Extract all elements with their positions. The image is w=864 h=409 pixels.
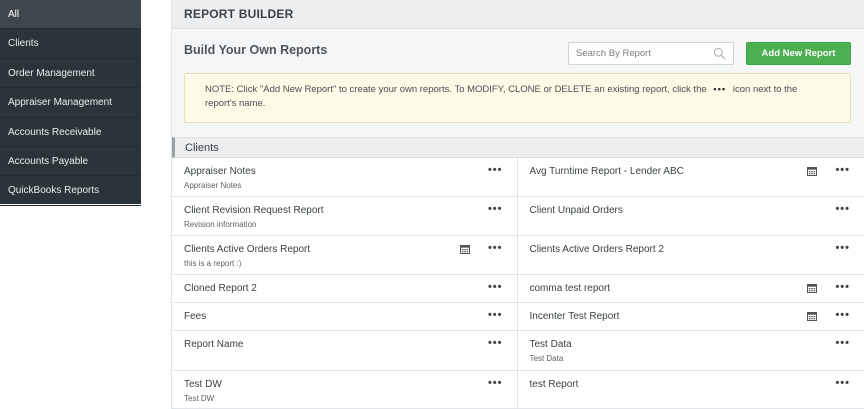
note-text-before: NOTE: Click "Add New Report" to create y… — [205, 84, 707, 95]
report-row[interactable]: Cloned Report 2 ••• — [172, 275, 517, 303]
report-description: Test Data — [529, 354, 564, 363]
report-name[interactable]: Appraiser Notes — [184, 166, 256, 177]
report-name[interactable]: Test Data — [530, 339, 572, 350]
report-column-left: Appraiser Notes Appraiser Notes ••• Clie… — [172, 158, 518, 409]
sidebar-item-appraiser-management[interactable]: Appraiser Management — [0, 88, 141, 118]
report-description: Revision information — [184, 220, 257, 229]
page-title: REPORT BUILDER — [172, 0, 864, 29]
report-column-right: Avg Turntime Report - Lender ABC ••• Cli… — [517, 158, 864, 409]
more-options-icon[interactable]: ••• — [835, 164, 850, 176]
report-description: this is a report :) — [184, 259, 242, 268]
more-options-icon[interactable]: ••• — [835, 203, 850, 215]
report-name[interactable]: Fees — [184, 311, 206, 322]
report-name[interactable]: Incenter Test Report — [530, 311, 620, 322]
more-options-icon[interactable]: ••• — [835, 281, 850, 293]
report-row[interactable]: Incenter Test Report ••• — [517, 303, 864, 331]
more-options-icon[interactable]: ••• — [835, 337, 850, 349]
report-name[interactable]: Client Revision Request Report — [184, 205, 324, 216]
report-name[interactable]: comma test report — [530, 283, 611, 294]
sidebar-item-accounts-payable[interactable]: Accounts Payable — [0, 147, 141, 177]
more-options-icon[interactable]: ••• — [488, 203, 503, 215]
app-root: All Clients Order Management Appraiser M… — [0, 0, 864, 409]
sidebar-item-quickbooks-reports[interactable]: QuickBooks Reports — [0, 176, 141, 206]
report-name[interactable]: Client Unpaid Orders — [530, 205, 623, 216]
report-row[interactable]: Client Revision Request Report Revision … — [172, 197, 517, 236]
more-options-icon[interactable]: ••• — [488, 242, 503, 254]
more-options-icon[interactable]: ••• — [835, 377, 850, 389]
report-name[interactable]: Test DW — [184, 379, 222, 390]
report-name[interactable]: Avg Turntime Report - Lender ABC — [530, 166, 684, 177]
report-description: Appraiser Notes — [184, 181, 242, 190]
report-row[interactable]: Fees ••• — [172, 303, 517, 331]
toolbar: Build Your Own Reports Add New Report NO… — [172, 29, 864, 137]
sidebar-item-clients[interactable]: Clients — [0, 29, 141, 59]
add-new-report-button[interactable]: Add New Report — [746, 42, 851, 65]
report-name[interactable]: Report Name — [184, 339, 243, 350]
report-row[interactable]: Avg Turntime Report - Lender ABC ••• — [517, 158, 864, 197]
more-options-icon[interactable]: ••• — [488, 309, 503, 321]
report-row[interactable]: Clients Active Orders Report 2 ••• — [517, 236, 864, 275]
more-options-icon[interactable]: ••• — [835, 309, 850, 321]
more-options-icon: ••• — [713, 84, 727, 95]
calendar-icon[interactable] — [807, 311, 817, 321]
more-options-icon[interactable]: ••• — [488, 337, 503, 349]
search-input[interactable] — [569, 43, 709, 64]
report-name[interactable]: Clients Active Orders Report 2 — [530, 244, 665, 255]
more-options-icon[interactable]: ••• — [835, 242, 850, 254]
search-box — [568, 42, 734, 65]
report-row[interactable]: Report Name ••• — [172, 331, 517, 371]
info-note: NOTE: Click "Add New Report" to create y… — [184, 73, 851, 123]
more-options-icon[interactable]: ••• — [488, 377, 503, 389]
report-row[interactable]: Test DW Test DW ••• — [172, 371, 517, 409]
report-name[interactable]: Cloned Report 2 — [184, 283, 257, 294]
report-name[interactable]: Clients Active Orders Report — [184, 244, 310, 255]
sidebar-item-accounts-receivable[interactable]: Accounts Receivable — [0, 118, 141, 147]
calendar-icon[interactable] — [807, 166, 817, 176]
report-row[interactable]: Test Data Test Data ••• — [517, 331, 864, 371]
report-row[interactable]: Appraiser Notes Appraiser Notes ••• — [172, 158, 517, 197]
report-row[interactable]: test Report ••• — [517, 371, 864, 409]
search-icon[interactable] — [713, 47, 726, 60]
report-grid: Appraiser Notes Appraiser Notes ••• Clie… — [172, 158, 864, 409]
calendar-icon[interactable] — [807, 283, 817, 293]
page-subtitle: Build Your Own Reports — [184, 43, 328, 57]
calendar-icon[interactable] — [459, 244, 470, 254]
sidebar-item-all[interactable]: All — [0, 0, 141, 30]
report-row[interactable]: Clients Active Orders Report this is a r… — [172, 236, 517, 275]
more-options-icon[interactable]: ••• — [488, 164, 503, 176]
report-row[interactable]: comma test report ••• — [517, 275, 864, 303]
more-options-icon[interactable]: ••• — [488, 281, 503, 293]
sidebar: All Clients Order Management Appraiser M… — [0, 0, 141, 206]
report-description: Test DW — [184, 394, 215, 403]
main-panel: REPORT BUILDER Build Your Own Reports Ad… — [171, 0, 864, 409]
report-name[interactable]: test Report — [530, 379, 579, 390]
section-header-clients: Clients — [172, 137, 864, 158]
sidebar-item-order-management[interactable]: Order Management — [0, 59, 141, 89]
report-row[interactable]: Client Unpaid Orders ••• — [517, 197, 864, 236]
